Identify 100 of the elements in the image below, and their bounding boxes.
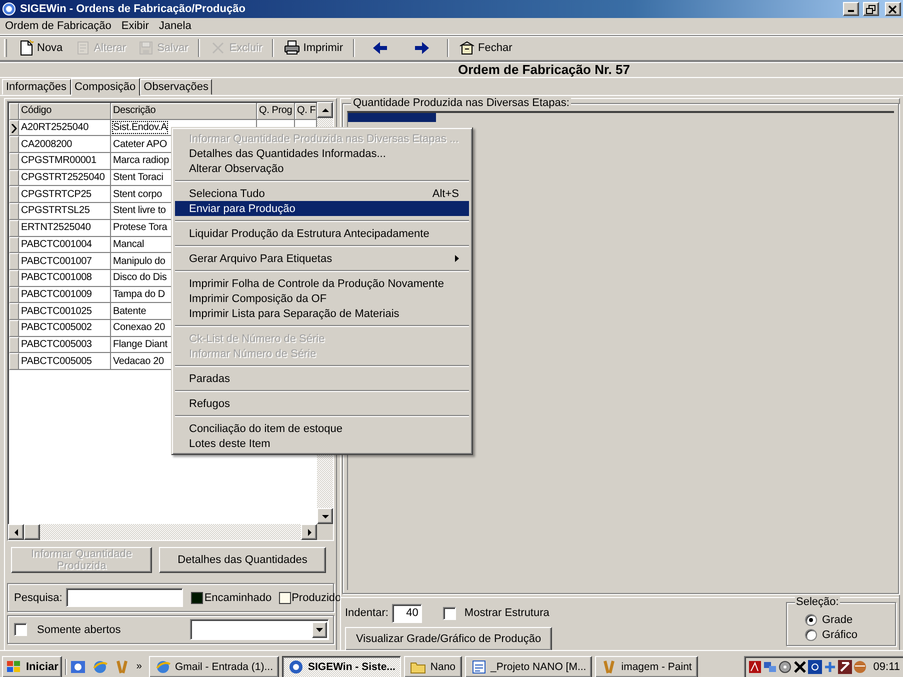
pdf-icon[interactable] <box>748 660 762 674</box>
network-disconnected-icon[interactable] <box>793 660 808 674</box>
action-button[interactable]: Detalhes das Quantidades <box>159 547 326 573</box>
table-cell: PABCTC005003 <box>19 336 111 354</box>
filter-dropdown[interactable] <box>190 619 329 640</box>
menu-item[interactable]: Lotes deste Item <box>175 436 469 451</box>
view-chart-button[interactable]: Visualizar Grade/Gráfico de Produção <box>345 627 552 651</box>
menu-item[interactable]: Conciliação do item de estoque <box>175 421 469 436</box>
menu-item[interactable]: Imprimir Folha de Controle da Produção Novamente <box>175 276 469 291</box>
minimize-button[interactable] <box>843 2 859 16</box>
table-cell: PABCTC001009 <box>19 286 111 304</box>
start-button[interactable]: Iniciar <box>2 656 62 677</box>
dropdown-button[interactable] <box>312 622 327 638</box>
outlook-icon[interactable] <box>70 658 86 674</box>
menu-item[interactable]: Refugos <box>175 396 469 411</box>
scroll-left-button[interactable] <box>8 524 24 540</box>
table-cell: Stent Toraci <box>113 172 164 184</box>
globe-icon <box>154 658 171 674</box>
edit-document-icon <box>74 40 91 56</box>
close-button[interactable] <box>885 2 901 16</box>
dropdown-arrow-icon <box>316 628 323 632</box>
tab[interactable]: Observações <box>140 79 212 95</box>
table-cell: CPGSTMR00001 <box>19 153 111 170</box>
menu-item[interactable]: Gerar Arquivo Para Etiquetas <box>175 251 469 266</box>
taskbar-button[interactable]: Nano <box>404 656 462 677</box>
menu-item[interactable]: Janela <box>154 20 196 32</box>
disc-icon[interactable] <box>778 660 792 674</box>
table-cell: Mancal <box>113 238 144 250</box>
table-cell: PABCTC005005 <box>19 353 111 370</box>
taskbar-button[interactable]: _Projeto NANO [M... <box>464 656 592 677</box>
windows-logo-icon <box>6 660 22 674</box>
menu-item[interactable]: Ordem de Fabricação <box>0 20 116 32</box>
table-cell: Sist.Endov.A <box>113 122 168 134</box>
search-field[interactable] <box>66 588 184 607</box>
column-header[interactable]: Q. Prog <box>257 103 295 120</box>
menu-item[interactable]: Exibir <box>116 20 154 32</box>
wireless-icon[interactable] <box>808 660 822 674</box>
menu-item[interactable]: Liquidar Produção da Estrutura Antecipadamente <box>175 226 469 241</box>
cross-icon <box>210 40 226 56</box>
radio-button[interactable] <box>805 629 817 641</box>
menu-item[interactable]: Paradas <box>175 371 469 386</box>
scroll-right-button[interactable] <box>301 524 317 540</box>
table-cell: Conexao 20 <box>113 322 165 334</box>
table-cell: Stent corpo <box>113 188 162 200</box>
taskbar-button[interactable]: SIGEWin - Siste... <box>282 656 402 677</box>
indent-field[interactable]: 40 <box>392 604 422 622</box>
tab[interactable]: Composição <box>70 78 140 96</box>
menu-item[interactable]: Enviar para Produção <box>175 201 469 216</box>
browser-icon[interactable] <box>92 658 108 674</box>
minimize-icon <box>848 10 854 12</box>
checkbox[interactable] <box>443 606 456 620</box>
group-title: Quantidade Produzida nas Diversas Etapas: <box>351 97 572 109</box>
selected-cell[interactable] <box>348 113 436 122</box>
radio-button[interactable] <box>805 614 817 626</box>
menu-item[interactable]: Alterar Observação <box>175 161 469 176</box>
checkbox-label: Mostrar Estrutura <box>464 607 550 619</box>
window-title: SIGEWin - Ordens de Fabricação/Produção <box>20 3 246 15</box>
table-cell: PABCTC001025 <box>19 303 111 320</box>
table-cell: Cateter APO <box>113 138 167 150</box>
table-cell: A20RT2525040 <box>19 120 111 136</box>
more-button[interactable]: » <box>136 660 142 672</box>
scrollbar-thumb[interactable] <box>24 524 40 540</box>
legend-label: Produzido <box>292 592 342 604</box>
row-indicator[interactable] <box>9 120 19 136</box>
document-icon <box>470 658 487 674</box>
menu-item[interactable]: Imprimir Lista para Separação de Materiais <box>175 306 469 321</box>
paint-brush-icon <box>601 658 618 674</box>
table-cell: PABCTC001007 <box>19 253 111 270</box>
table-cell: CPGSTRTSL25 <box>19 203 111 220</box>
scroll-up-button[interactable] <box>317 102 333 118</box>
horizontal-scrollbar[interactable] <box>8 524 317 540</box>
floppy-icon <box>138 40 154 56</box>
field-label: Pesquisa: <box>14 592 62 604</box>
taskbar-button[interactable]: imagem - Paint <box>595 656 698 677</box>
menu-item[interactable]: Detalhes das Quantidades Informadas... <box>175 146 469 161</box>
antivirus-icon[interactable] <box>838 660 852 674</box>
menu-item[interactable]: Imprimir Composição da OF <box>175 291 469 306</box>
table-cell: Tampa do D <box>113 288 165 300</box>
checkbox[interactable] <box>14 623 27 636</box>
globe-icon[interactable] <box>853 660 868 674</box>
menu-item[interactable]: Seleciona Tudo Alt+S <box>175 186 469 201</box>
table-cell: ERTNT2525040 <box>19 220 111 236</box>
left-arrow-icon <box>12 528 20 536</box>
table-cell: Disco do Dis <box>113 272 167 284</box>
checkbox-label: Somente abertos <box>37 624 121 636</box>
scroll-down-button[interactable] <box>317 508 333 524</box>
tab[interactable]: Informações <box>2 79 71 95</box>
restore-button[interactable] <box>863 2 879 16</box>
taskbar-button[interactable]: Gmail - Entrada (1)... <box>148 656 279 677</box>
radio-label: Gráfico <box>822 629 858 641</box>
column-header[interactable]: Q. F <box>295 103 317 120</box>
column-header[interactable]: Código <box>19 103 111 120</box>
network-icon[interactable] <box>763 660 778 674</box>
column-header[interactable]: Descrição <box>111 103 257 120</box>
table-cell: PABCTC001004 <box>19 236 111 254</box>
table-cell: PABCTC005002 <box>19 320 111 337</box>
submenu-arrow-icon <box>455 255 459 262</box>
clock: 09:11 <box>873 660 900 672</box>
table-cell: Manipulo do <box>113 256 166 267</box>
right-arrow-icon <box>414 40 430 56</box>
